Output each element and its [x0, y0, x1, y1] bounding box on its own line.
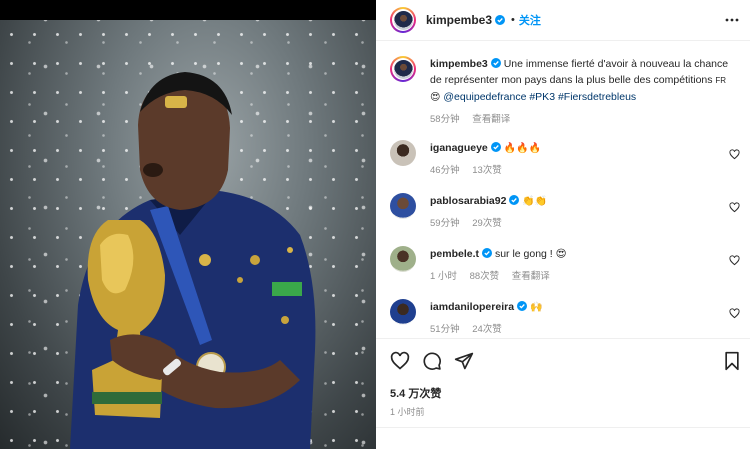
heart-icon[interactable]	[729, 255, 740, 266]
author-username[interactable]: kimpembe3	[426, 13, 492, 27]
comment-text: 👏👏	[522, 196, 548, 207]
comment-line: pembele.t sur le gong ! 😍	[430, 248, 567, 260]
commenter-username[interactable]: pablosarabia92	[430, 195, 506, 207]
comment-meta: 51分钟 24次赞	[430, 321, 512, 335]
comment-time: 1 小时	[430, 271, 457, 282]
caption-hashtags-link[interactable]: #PK3 #Fiersdetrebleus	[529, 91, 636, 103]
header-separator: •	[511, 14, 515, 26]
comments-scroll-area[interactable]: kimpembe3 Une immense fierté d'avoir à n…	[376, 42, 750, 338]
comment-likes[interactable]: 29次赞	[472, 218, 502, 229]
comment-meta: 1 小时 88次赞 查看翻译	[430, 268, 560, 282]
verified-icon	[509, 195, 520, 205]
comment-time: 46分钟	[430, 165, 460, 176]
follow-button[interactable]: 关注	[519, 12, 541, 28]
post-photo[interactable]	[0, 20, 376, 449]
player-with-trophy-illustration	[70, 72, 316, 449]
comment-line: iganagueye 🔥🔥🔥	[430, 142, 541, 154]
caption-translate-link[interactable]: 查看翻译	[472, 114, 510, 125]
comment-row: iamdanilopereira 🙌 51分钟 24次赞	[390, 299, 740, 338]
verified-icon	[482, 248, 493, 258]
comment-row: pablosarabia92 👏👏 59分钟 29次赞	[390, 193, 740, 233]
heart-icon[interactable]	[390, 351, 410, 371]
footer-divider	[376, 427, 750, 428]
verified-icon	[495, 15, 506, 25]
heart-icon[interactable]	[729, 308, 740, 319]
caption-username[interactable]: kimpembe3	[430, 58, 488, 70]
caption-body: kimpembe3 Une immense fierté d'avoir à n…	[430, 56, 736, 128]
commenter-username[interactable]: pembele.t	[430, 248, 479, 260]
caption-time: 58分钟	[430, 114, 460, 125]
more-icon[interactable]	[724, 12, 740, 28]
commenter-username[interactable]: iamdanilopereira	[430, 301, 514, 313]
save-icon[interactable]	[722, 351, 742, 371]
caption-emoji: 😍	[430, 92, 441, 103]
post-action-bar: 5.4 万次赞 1 小时前	[376, 338, 750, 449]
heart-icon[interactable]	[729, 149, 740, 160]
comment-likes[interactable]: 24次赞	[472, 324, 502, 335]
caption-mention-link[interactable]: @equipedefrance	[443, 91, 526, 103]
comment-translate-link[interactable]: 查看翻译	[512, 271, 550, 282]
caption-meta: 58分钟 查看翻译	[430, 112, 736, 128]
posted-time: 1 小时前	[390, 407, 425, 417]
comment-time: 51分钟	[430, 324, 460, 335]
action-icons	[390, 351, 474, 373]
comment-likes[interactable]: 88次赞	[470, 271, 500, 282]
share-icon[interactable]	[454, 351, 474, 371]
commenter-avatar[interactable]	[390, 193, 416, 219]
comment-likes[interactable]: 13次赞	[472, 165, 502, 176]
photo-top-strip	[0, 0, 376, 20]
comment-row: pembele.t sur le gong ! 😍 1 小时 88次赞 查看翻译	[390, 246, 740, 286]
commenter-username[interactable]: iganagueye	[430, 142, 488, 154]
comment-line: iamdanilopereira 🙌	[430, 301, 542, 313]
verified-icon	[490, 142, 501, 152]
commenter-avatar[interactable]	[390, 140, 416, 166]
comment-row: iganagueye 🔥🔥🔥 46分钟 13次赞	[390, 140, 740, 180]
verified-icon	[490, 58, 501, 68]
flag-icon: FR	[715, 76, 727, 85]
commenter-avatar[interactable]	[390, 299, 416, 325]
likes-count[interactable]: 5.4 万次赞	[390, 385, 441, 401]
comment-text: 🔥🔥🔥	[503, 143, 542, 154]
comment-text: 🙌	[529, 302, 543, 313]
comment-meta: 59分钟 29次赞	[430, 215, 512, 229]
verified-icon	[517, 301, 528, 311]
comment-line: pablosarabia92 👏👏	[430, 195, 547, 207]
comment-icon[interactable]	[422, 351, 442, 371]
comment-meta: 46分钟 13次赞	[430, 162, 512, 176]
comment-text: sur le gong ! 😍	[494, 248, 567, 260]
heart-icon[interactable]	[729, 202, 740, 213]
author-avatar[interactable]	[390, 7, 416, 33]
comment-time: 59分钟	[430, 218, 460, 229]
commenter-avatar[interactable]	[390, 246, 416, 272]
post-side-panel: kimpembe3 • 关注 kimpembe3 Une immense fie…	[376, 0, 750, 449]
caption-author-avatar[interactable]	[390, 56, 416, 82]
post-header: kimpembe3 • 关注	[376, 0, 750, 41]
